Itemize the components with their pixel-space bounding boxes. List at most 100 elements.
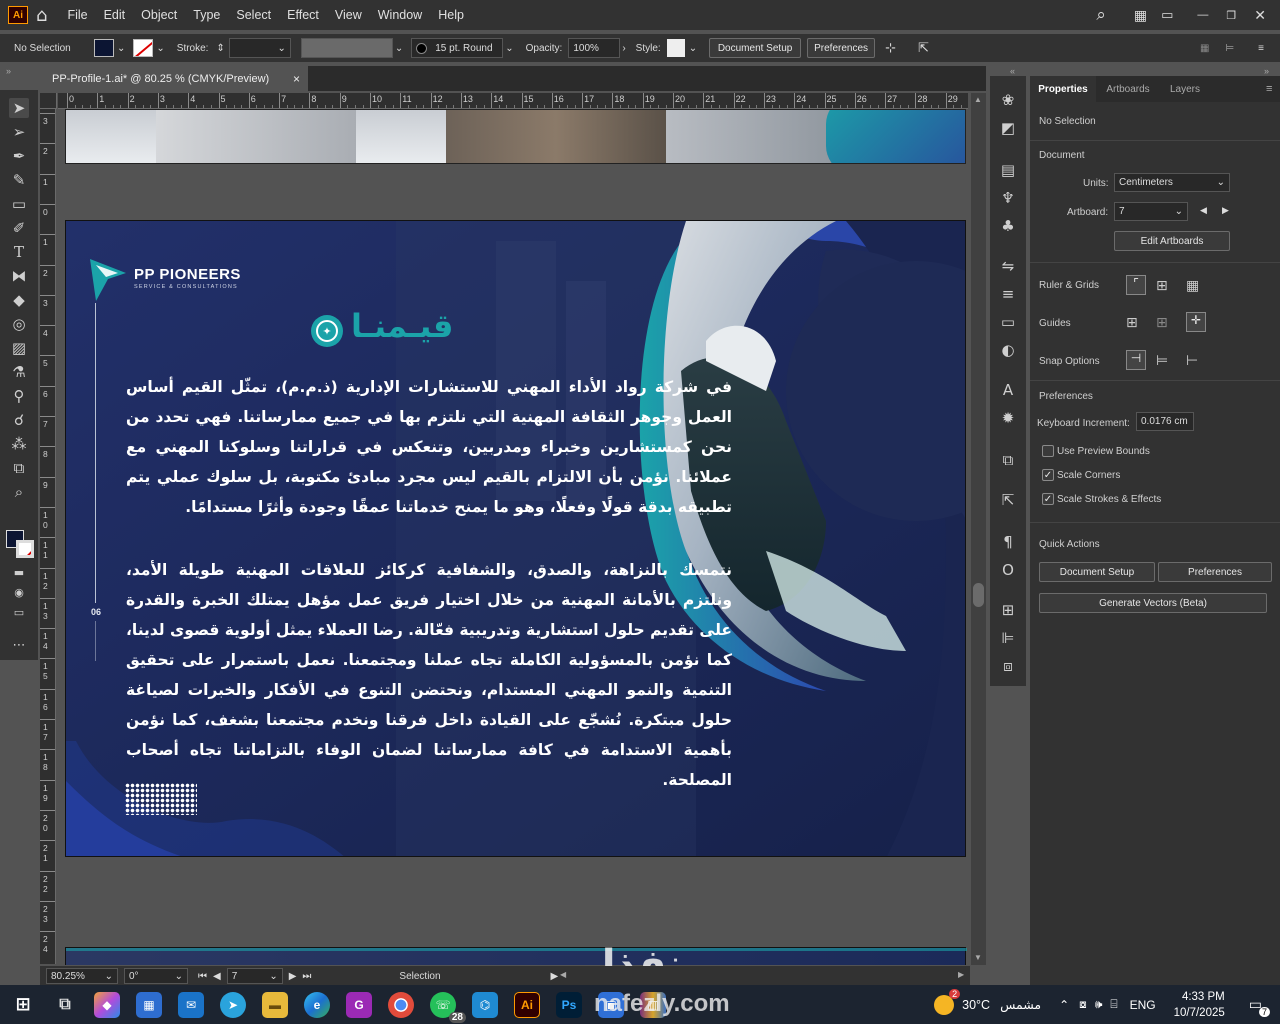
reflect-tool-icon[interactable]: ⧓ xyxy=(9,266,29,286)
tab-artboards[interactable]: Artboards xyxy=(1096,76,1160,102)
rectangle-tool-icon[interactable]: ▭ xyxy=(9,194,29,214)
curvature-tool-icon[interactable]: ✎ xyxy=(9,170,29,190)
close-icon[interactable]: ✕ xyxy=(1254,7,1266,24)
menu-view[interactable]: View xyxy=(335,8,362,22)
previous-artboard-icon[interactable]: ◀ xyxy=(213,971,221,982)
snap-to-glyph-icon[interactable]: ⊢ xyxy=(1186,352,1198,369)
menu-effect[interactable]: Effect xyxy=(287,8,319,22)
grid-toggle-icon[interactable]: ⊞ xyxy=(1156,277,1168,294)
glyphs-icon[interactable]: ✹ xyxy=(998,408,1018,428)
lasso-tool-icon[interactable]: ◎ xyxy=(9,314,29,334)
paintbrush-tool-icon[interactable]: ✐ xyxy=(9,218,29,238)
export-asset-icon[interactable]: ⇱ xyxy=(998,490,1018,510)
gradient-panel-icon[interactable]: ▭ xyxy=(998,312,1018,332)
stroke-panel-icon[interactable]: ≡ xyxy=(998,284,1018,304)
document-setup-quick-button[interactable]: Document Setup xyxy=(1039,562,1155,582)
vscode-icon[interactable]: ⌬ xyxy=(472,991,498,1018)
chevron-down-icon[interactable]: ⌄ xyxy=(117,43,125,54)
vertical-ruler[interactable]: 32101234567891 01 11 21 31 41 51 61 71 8… xyxy=(40,109,56,964)
panel-toggle-icon[interactable]: ▭ xyxy=(1161,7,1173,23)
close-tab-icon[interactable]: × xyxy=(293,72,300,86)
menu-object[interactable]: Object xyxy=(141,8,177,22)
collapse-right-icon[interactable]: « xyxy=(1010,66,1015,76)
direct-selection-tool-icon[interactable]: ➢ xyxy=(9,122,29,142)
scroll-thumb[interactable] xyxy=(973,583,984,607)
selection-tool-icon[interactable]: ➤ xyxy=(9,98,29,118)
stroke-stepper[interactable]: ⇕ xyxy=(216,43,224,54)
units-dropdown[interactable]: Centimeters ⌄ xyxy=(1114,173,1230,192)
horizontal-ruler[interactable]: 0 1 2 3 4 5 6 7 8 9 10 11 12 13 14 15 16 17 18 19 20 21 22 23 24… xyxy=(58,93,968,109)
brush-definition[interactable]: 15 pt. Round xyxy=(411,38,504,58)
panel-menu-icon[interactable]: ≡ xyxy=(1266,83,1272,95)
menu-file[interactable]: File xyxy=(67,8,87,22)
generate-vectors-button[interactable]: Generate Vectors (Beta) xyxy=(1039,593,1267,613)
chevron-down-icon[interactable]: ⌄ xyxy=(395,43,403,54)
align-panel-icon[interactable]: ⊫ xyxy=(998,628,1018,648)
smart-guides-icon[interactable]: ✛ xyxy=(1186,312,1206,332)
chevron-up-icon[interactable]: ⌃ xyxy=(1059,998,1069,1012)
align-icon[interactable]: ▦ xyxy=(1200,43,1209,54)
last-artboard-icon[interactable]: ⏭ xyxy=(302,971,311,982)
transform-icon[interactable]: ⊹ xyxy=(885,40,896,56)
menu-window[interactable]: Window xyxy=(378,8,422,22)
type-tool-icon[interactable]: T xyxy=(9,242,29,262)
collapse-panel-icon[interactable]: » xyxy=(1264,66,1269,76)
illustrator-taskbar-icon[interactable]: Ai xyxy=(514,991,540,1018)
paragraph-icon[interactable]: ¶ xyxy=(998,532,1018,552)
mail-icon[interactable]: ✉ xyxy=(178,991,204,1018)
whatsapp-icon[interactable]: ☏ 28 xyxy=(430,991,466,1023)
screen-mode-icon[interactable]: ▭ xyxy=(9,602,29,622)
draw-mode-icon[interactable]: ◉ xyxy=(9,582,29,602)
restore-icon[interactable]: ❐ xyxy=(1226,9,1236,22)
next-artboard-icon[interactable]: ▶ xyxy=(289,971,297,982)
artboard-dropdown[interactable]: 7 ⌄ xyxy=(1114,202,1188,221)
device-icon[interactable]: ⧇ xyxy=(1079,997,1087,1012)
scroll-up-icon[interactable]: ▲ xyxy=(974,95,982,104)
menu-icon[interactable]: ≡ xyxy=(1258,43,1264,54)
transparency-grid-icon[interactable]: ▦ xyxy=(1186,277,1199,294)
opentype-icon[interactable]: O xyxy=(998,560,1018,580)
preferences-quick-button[interactable]: Preferences xyxy=(1158,562,1272,582)
copilot-icon[interactable]: ◆ xyxy=(94,991,120,1018)
pathfinder-icon[interactable]: ⧈ xyxy=(998,656,1018,676)
file-explorer-icon[interactable]: ▬ xyxy=(262,991,288,1018)
symbol-sprayer-tool-icon[interactable]: ⁂ xyxy=(9,434,29,454)
eraser-tool-icon[interactable]: ◆ xyxy=(9,290,29,310)
style-swatch[interactable] xyxy=(666,39,685,57)
lock-guides-icon[interactable]: ⊞ xyxy=(1156,314,1168,331)
first-artboard-icon[interactable]: ⏮ xyxy=(198,971,207,982)
rulers-toggle-icon[interactable]: ⌜ xyxy=(1126,275,1146,295)
transform-grid-icon[interactable]: ⊞ xyxy=(998,600,1018,620)
tab-layers[interactable]: Layers xyxy=(1160,76,1210,102)
shape-builder-tool-icon[interactable]: ⚲ xyxy=(9,386,29,406)
artboard-7[interactable]: PP PIONEERS SERVICE & CONSULTATIONS 06 ق… xyxy=(65,220,966,857)
libraries-icon[interactable]: ▤ xyxy=(998,160,1018,180)
language-indicator[interactable]: ENG xyxy=(1130,998,1156,1012)
opacity-field[interactable]: 100% xyxy=(568,38,621,58)
edit-artboards-button[interactable]: Edit Artboards xyxy=(1114,231,1230,251)
status-menu-icon[interactable]: ▶ xyxy=(551,971,559,982)
chevron-down-icon[interactable]: ⌄ xyxy=(505,43,513,54)
menu-edit[interactable]: Edit xyxy=(104,8,126,22)
rotation-field[interactable]: 0° ⌄ xyxy=(124,968,188,984)
scroll-down-icon[interactable]: ▼ xyxy=(974,953,982,962)
minimize-icon[interactable]: — xyxy=(1197,9,1208,21)
menu-type[interactable]: Type xyxy=(193,8,220,22)
image-trace-icon[interactable]: ◩ xyxy=(998,118,1018,138)
fill-swatch[interactable] xyxy=(94,39,114,57)
menu-help[interactable]: Help xyxy=(438,8,464,22)
canvas[interactable]: PP PIONEERS SERVICE & CONSULTATIONS 06 ق… xyxy=(57,109,970,965)
stroke-weight-field[interactable]: ⌄ xyxy=(228,38,291,58)
artboards-panel-icon[interactable]: ⧉ xyxy=(998,450,1018,470)
volume-icon[interactable]: 🕪 xyxy=(1095,997,1103,1012)
zoom-field[interactable]: 80.25% ⌄ xyxy=(46,968,118,984)
distribute-icon[interactable]: ⊨ xyxy=(1225,43,1234,54)
task-view-icon[interactable]: ⧉ xyxy=(52,992,78,1018)
notifications-icon[interactable]: ▭ 7 xyxy=(1249,996,1270,1017)
gradient-tool-icon[interactable]: ▨ xyxy=(9,338,29,358)
transform-panel-icon[interactable]: ⇋ xyxy=(998,256,1018,276)
snap-to-point-icon[interactable]: ⊣ xyxy=(1126,350,1146,370)
store-icon[interactable]: ▦ xyxy=(136,991,162,1018)
chrome-icon[interactable] xyxy=(388,991,414,1018)
brushes-icon[interactable]: ♆ xyxy=(998,188,1018,208)
